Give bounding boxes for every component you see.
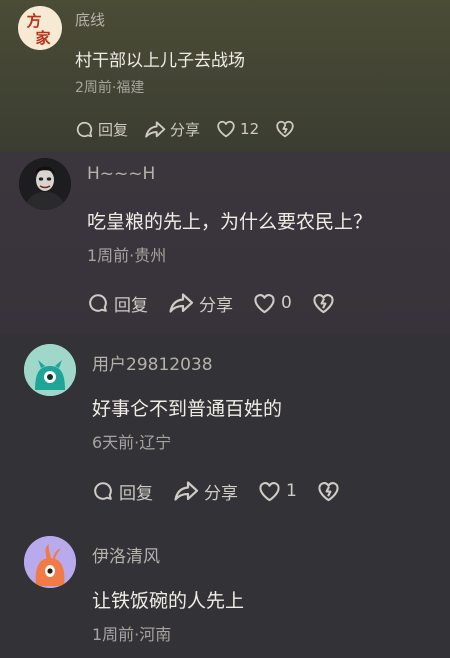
comment-bubble-icon (87, 292, 109, 314)
comment-meta: 6天前·辽宁 (92, 433, 172, 452)
share-label: 分享 (170, 120, 201, 139)
share-arrow-icon (144, 120, 166, 139)
heart-icon (253, 293, 276, 314)
comment-meta: 2周前·福建 (75, 80, 145, 96)
reply-button[interactable]: 回复 (87, 291, 148, 316)
comment-item: H~~~H 吃皇粮的先上，为什么要农民上？ 1周前·贵州 回复 分享 0 (0, 152, 450, 334)
dislike-button[interactable] (312, 293, 335, 314)
avatar[interactable] (24, 344, 76, 396)
username[interactable]: 用户29812038 (92, 350, 213, 375)
share-label: 分享 (199, 295, 233, 316)
avatar-glyph-2: 家 (35, 29, 50, 47)
broken-heart-icon (275, 120, 295, 138)
share-button[interactable]: 分享 (173, 479, 238, 504)
reply-button[interactable]: 回复 (75, 119, 128, 140)
reply-button[interactable]: 回复 (92, 479, 153, 504)
comment-bubble-icon (75, 120, 94, 139)
comment-text: 村干部以上儿子去战场 (75, 51, 245, 71)
comment-text: 让铁饭碗的人先上 (92, 590, 245, 612)
heart-icon (258, 481, 281, 502)
like-button[interactable]: 1 (258, 481, 297, 502)
broken-heart-icon (312, 293, 335, 314)
heart-icon (216, 120, 236, 138)
comment-actions: 回复 分享 1 (92, 479, 360, 504)
reply-label: 回复 (98, 120, 129, 139)
comment-item: 伊洛清风 让铁饭碗的人先上 1周前·河南 (0, 522, 450, 658)
like-count: 0 (281, 293, 292, 313)
avatar-glyph-1: 方 (26, 12, 41, 30)
share-button[interactable]: 分享 (168, 291, 233, 316)
comment-bubble-icon (92, 480, 114, 502)
comment-actions: 回复 分享 0 (87, 291, 355, 316)
like-count: 1 (286, 481, 297, 501)
username[interactable]: H~~~H (87, 164, 155, 184)
share-label: 分享 (204, 483, 238, 504)
share-button[interactable]: 分享 (144, 119, 200, 140)
dislike-button[interactable] (317, 481, 340, 502)
avatar[interactable]: 方 家 (18, 6, 62, 50)
reply-label: 回复 (114, 295, 148, 316)
comment-meta: 1周前·河南 (92, 625, 172, 644)
comment-item: 用户29812038 好事仑不到普通百姓的 6天前·辽宁 回复 分享 1 (0, 334, 450, 522)
username[interactable]: 底线 (75, 9, 105, 30)
username[interactable]: 伊洛清风 (92, 542, 160, 567)
share-arrow-icon (168, 292, 194, 314)
comment-text: 好事仑不到普通百姓的 (92, 398, 283, 420)
dislike-button[interactable] (275, 120, 295, 138)
comment-item: 方 家 底线 村干部以上儿子去战场 2周前·福建 回复 分享 12 (0, 0, 450, 152)
share-arrow-icon (173, 480, 199, 502)
reply-label: 回复 (119, 483, 153, 504)
comment-actions: 回复 分享 12 (75, 118, 311, 140)
broken-heart-icon (317, 481, 340, 502)
avatar[interactable] (24, 536, 76, 588)
like-button[interactable]: 12 (216, 120, 259, 138)
like-count: 12 (240, 120, 260, 138)
comment-text: 吃皇粮的先上，为什么要农民上？ (87, 211, 373, 233)
comment-meta: 1周前·贵州 (87, 246, 167, 265)
avatar[interactable] (19, 158, 71, 210)
like-button[interactable]: 0 (253, 293, 292, 314)
